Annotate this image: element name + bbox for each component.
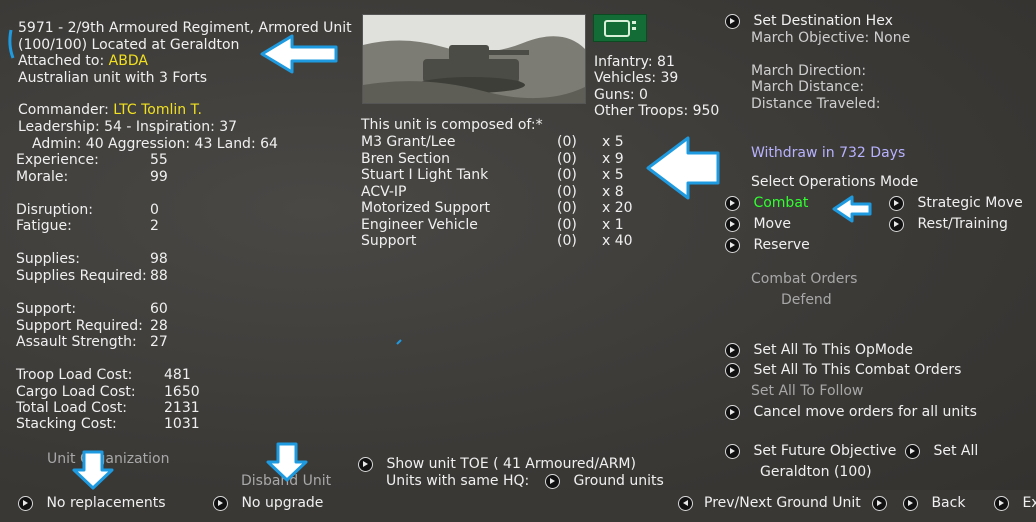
annotation-mark — [8, 29, 15, 59]
annotation-arrow-left-icon — [646, 136, 720, 200]
annotation-arrow-left-icon — [260, 34, 338, 74]
annotation-overlay — [8, 29, 872, 490]
annotation-arrow-down-icon — [72, 450, 114, 490]
annotation-arrow-down-icon — [266, 442, 308, 482]
annotation-mark — [396, 339, 402, 345]
annotation-arrow-left-icon — [832, 195, 872, 223]
